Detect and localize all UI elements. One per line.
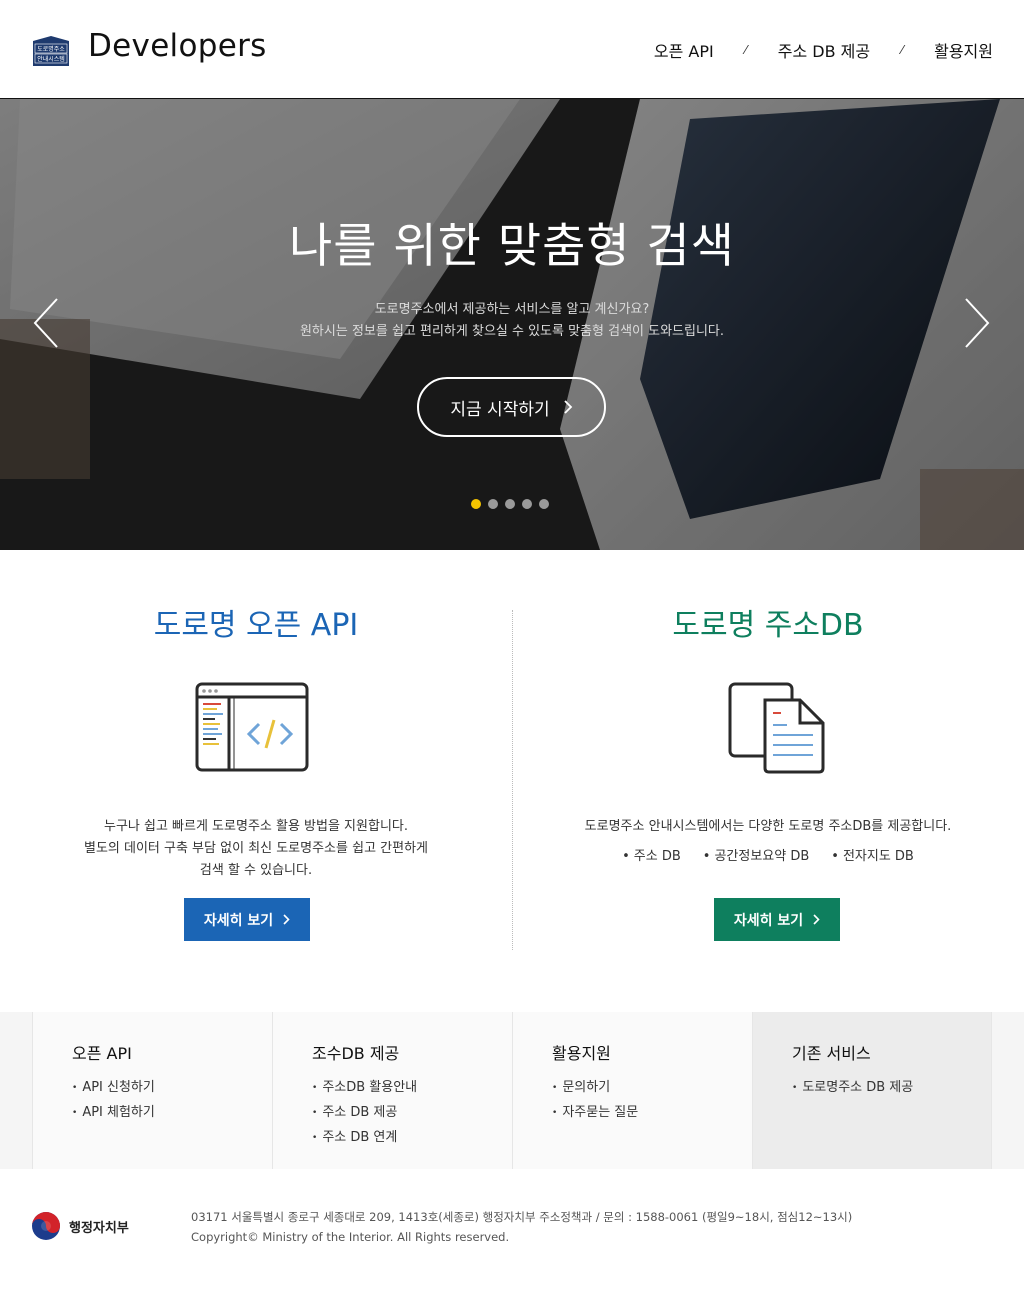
- feature-desc-open-api: 누구나 쉽고 빠르게 도로명주소 활용 방법을 지원합니다. 별도의 데이터 구…: [0, 816, 512, 882]
- footer-info: 03171 서울특별시 종로구 세종대로 209, 1413호(세종로) 행정자…: [191, 1207, 852, 1247]
- sitemap-list: 주소DB 활용안내 주소 DB 제공 주소 DB 연계: [312, 1076, 417, 1151]
- db-type-list: 주소 DB 공간정보요약 DB 전자지도 DB: [512, 846, 1024, 868]
- nav-separator: ⁄: [901, 43, 904, 57]
- feature-title-open-api: 도로명 오픈 API: [153, 608, 359, 643]
- svg-text:도로명주소: 도로명주소: [37, 45, 65, 53]
- sitemap-column-open-api: 오픈 API API 신청하기 API 체험하기: [32, 1012, 272, 1169]
- feature-title-address-db: 도로명 주소DB: [672, 608, 864, 643]
- sitemap-link[interactable]: 자주묻는 질문: [552, 1101, 638, 1126]
- carousel-dot[interactable]: [488, 499, 498, 509]
- svg-text:안내시스템: 안내시스템: [37, 55, 65, 63]
- sitemap-link[interactable]: 주소DB 활용안내: [312, 1076, 417, 1101]
- sitemap-list: 문의하기 자주묻는 질문: [552, 1076, 638, 1126]
- hero-subtitle-line: 도로명주소에서 제공하는 서비스를 알고 계신가요?: [374, 302, 650, 317]
- feature-desc-address-db: 도로명주소 안내시스템에서는 다양한 도로명 주소DB를 제공합니다. 주소 D…: [512, 816, 1024, 868]
- sitemap-column-title[interactable]: 오픈 API: [72, 1040, 132, 1064]
- detail-button-label: 자세히 보기: [203, 912, 274, 929]
- chevron-right-icon: [813, 914, 820, 925]
- db-type-item: 주소 DB: [622, 846, 681, 868]
- feature-divider: [512, 610, 513, 950]
- sitemap-link[interactable]: 주소 DB 제공: [312, 1101, 417, 1126]
- main-nav: 오픈 API ⁄ 주소 DB 제공 ⁄ 활용지원: [654, 38, 993, 62]
- hero-title: 나를 위한 맞춤형 검색: [289, 219, 735, 274]
- nav-item-support[interactable]: 활용지원: [934, 38, 993, 62]
- feature-address-db: 도로명 주소DB 도로명주소 안내시스템에서는 다양한 도로명 주소DB를 제공…: [512, 600, 1024, 941]
- start-now-label: 지금 시작하기: [450, 399, 550, 420]
- feature-open-api: 도로명 오픈 API 누구나 쉽고 빠르게 도로명주소 활용 방법을 지원합니다…: [0, 600, 512, 941]
- taegeuk-emblem-icon: [32, 1212, 60, 1240]
- sitemap-column-address-db: 조수DB 제공 주소DB 활용안내 주소 DB 제공 주소 DB 연계: [272, 1012, 512, 1169]
- sitemap-column-legacy: 기존 서비스 도로명주소 DB 제공: [752, 1012, 992, 1169]
- footer-sitemap: 오픈 API API 신청하기 API 체험하기 조수DB 제공 주소DB 활용…: [0, 1012, 1024, 1169]
- chevron-right-icon: [283, 914, 290, 925]
- nav-item-address-db[interactable]: 주소 DB 제공: [778, 38, 870, 62]
- sitemap-link[interactable]: 도로명주소 DB 제공: [792, 1076, 913, 1101]
- feature-desc-line: 별도의 데이터 구축 부담 없이 최신 도로명주소를 쉽고 간편하게: [83, 841, 429, 856]
- logo-text[interactable]: Developers: [88, 28, 267, 64]
- footer-copyright: Copyright© Ministry of the Interior. All…: [191, 1230, 510, 1244]
- detail-button-label: 자세히 보기: [733, 912, 804, 929]
- sitemap-column-support: 활용지원 문의하기 자주묻는 질문: [512, 1012, 752, 1169]
- nav-separator: ⁄: [744, 43, 747, 57]
- feature-desc-line: 검색 할 수 있습니다.: [199, 863, 313, 878]
- db-type-item: 공간정보요약 DB: [703, 846, 809, 868]
- feature-desc-line: 누구나 쉽고 빠르게 도로명주소 활용 방법을 지원합니다.: [103, 819, 408, 834]
- sitemap-link[interactable]: API 체험하기: [72, 1101, 155, 1126]
- carousel-dots: [471, 499, 549, 509]
- carousel-next-arrow-icon[interactable]: [962, 297, 992, 349]
- nav-item-open-api[interactable]: 오픈 API: [654, 38, 714, 62]
- sitemap-column-title[interactable]: 활용지원: [552, 1040, 611, 1064]
- sitemap-list: 도로명주소 DB 제공: [792, 1076, 913, 1101]
- open-api-detail-button[interactable]: 자세히 보기: [184, 898, 310, 941]
- sitemap-column-title[interactable]: 조수DB 제공: [312, 1040, 399, 1064]
- chevron-right-icon: [563, 400, 572, 414]
- carousel-prev-arrow-icon[interactable]: [31, 297, 61, 349]
- carousel-dot[interactable]: [539, 499, 549, 509]
- start-now-button[interactable]: 지금 시작하기: [417, 377, 606, 437]
- ministry-name: 행정자치부: [69, 1220, 129, 1236]
- sitemap-link[interactable]: 문의하기: [552, 1076, 638, 1101]
- sitemap-list: API 신청하기 API 체험하기: [72, 1076, 155, 1126]
- db-type-item: 전자지도 DB: [831, 846, 914, 868]
- site-header: 도로명주소 안내시스템 Developers 오픈 API ⁄ 주소 DB 제공…: [0, 0, 1024, 99]
- footer-address: 03171 서울특별시 종로구 세종대로 209, 1413호(세종로) 행정자…: [191, 1210, 853, 1224]
- carousel-dot[interactable]: [522, 499, 532, 509]
- sitemap-column-title[interactable]: 기존 서비스: [792, 1040, 871, 1064]
- code-window-icon: [195, 682, 309, 772]
- feature-desc-line: 도로명주소 안내시스템에서는 다양한 도로명 주소DB를 제공합니다.: [584, 819, 952, 834]
- sitemap-link[interactable]: 주소 DB 연계: [312, 1126, 417, 1151]
- address-db-detail-button[interactable]: 자세히 보기: [714, 898, 840, 941]
- sitemap-link[interactable]: API 신청하기: [72, 1076, 155, 1101]
- hero-subtitle: 도로명주소에서 제공하는 서비스를 알고 계신가요? 원하시는 정보를 쉽고 편…: [0, 299, 1024, 343]
- ministry-logo[interactable]: 행정자치부: [31, 1211, 141, 1241]
- carousel-dot[interactable]: [505, 499, 515, 509]
- carousel-dot[interactable]: [471, 499, 481, 509]
- documents-icon: [728, 682, 825, 774]
- hero-subtitle-line: 원하시는 정보를 쉽고 편리하게 찾으실 수 있도록 맞춤형 검색이 도와드립니…: [299, 324, 725, 339]
- hero-carousel: 나를 위한 맞춤형 검색 도로명주소에서 제공하는 서비스를 알고 계신가요? …: [0, 99, 1024, 550]
- logo-badge-icon[interactable]: 도로명주소 안내시스템: [32, 36, 70, 66]
